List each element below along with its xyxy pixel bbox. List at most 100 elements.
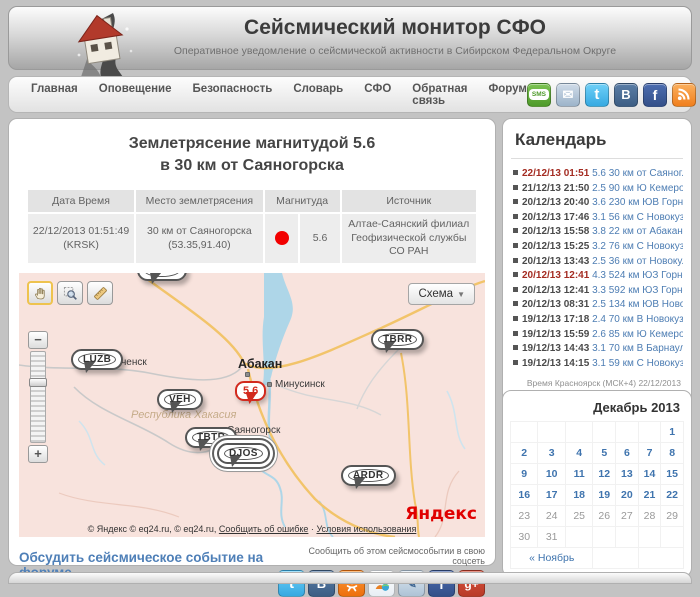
bullet-icon [513, 301, 518, 306]
event-link[interactable]: 5.6 30 км от Саяног... [592, 168, 683, 179]
station-marker-luzb[interactable]: LUZB [71, 349, 123, 370]
nav-item-notification[interactable]: Оповещение [99, 83, 172, 107]
calendar-day[interactable]: 14 [638, 464, 661, 485]
event-item[interactable]: 20/12/13 15:58 3.8 22 км от Абакан... [511, 225, 683, 240]
calendar-day-inactive: 31 [538, 527, 565, 548]
calendar-day[interactable]: 20 [616, 485, 639, 506]
calendar-day[interactable]: 6 [616, 443, 639, 464]
event-item[interactable]: 20/12/13 20:40 3.6 230 км ЮВ Горно... [511, 196, 683, 211]
station-marker-djos[interactable]: DJOS [217, 443, 270, 464]
bullet-icon [513, 316, 518, 321]
event-link[interactable]: 3.1 59 км С Новокуз... [592, 358, 683, 369]
calendar-day[interactable]: 16 [511, 485, 538, 506]
station-marker-veh[interactable]: VEH [157, 389, 203, 410]
calendar-day[interactable]: 17 [538, 485, 565, 506]
bullet-icon [513, 331, 518, 336]
epicenter-marker[interactable]: 5.6 [235, 381, 266, 401]
calendar-day[interactable]: 1 [661, 422, 684, 443]
calendar-events-panel: Календарь 22/12/13 01:51 5.6 30 км от Са… [502, 118, 692, 407]
event-item[interactable]: 20/12/13 13:43 2.5 36 км от Новоку... [511, 255, 683, 270]
event-item[interactable]: 19/12/13 14:43 3.1 70 км В Барнаул... [511, 342, 683, 357]
calendar-day-inactive: 26 [593, 506, 616, 527]
calendar-day[interactable]: 8 [661, 443, 684, 464]
previous-month-link[interactable]: « Ноябрь [511, 548, 593, 569]
event-item[interactable]: 19/12/13 14:15 3.1 59 км С Новокуз... [511, 357, 683, 372]
twitter-icon[interactable]: t [585, 83, 609, 107]
report-error-link[interactable]: Сообщить об ошибке [219, 524, 309, 534]
sms-icon[interactable]: SMS [527, 83, 551, 107]
event-link[interactable]: 4.3 524 км ЮЗ Горно... [592, 270, 683, 281]
pan-hand-tool-button[interactable] [27, 281, 53, 305]
event-link[interactable]: 3.8 22 км от Абакан... [592, 226, 683, 237]
event-link[interactable]: 2.5 134 км ЮВ Новок... [592, 299, 683, 310]
terms-of-use-link[interactable]: Условия использования [316, 524, 416, 534]
calendar-day[interactable]: 21 [638, 485, 661, 506]
calendar-day[interactable]: 15 [661, 464, 684, 485]
event-item[interactable]: 20/12/13 15:25 3.2 76 км С Новокуз... [511, 240, 683, 255]
facebook-icon[interactable]: f [643, 83, 667, 107]
col-header-datetime: Дата Время [28, 190, 134, 212]
event-link[interactable]: 3.1 70 км В Барнаул... [592, 343, 683, 354]
nav-item-home[interactable]: Главная [31, 83, 78, 107]
event-link[interactable]: 3.1 56 км С Новокуз... [592, 212, 683, 223]
ruler-tool-button[interactable] [87, 281, 113, 305]
zoom-out-button[interactable]: − [28, 331, 48, 349]
zoom-slider-handle[interactable] [29, 378, 47, 387]
nav-item-sfo[interactable]: СФО [364, 83, 391, 107]
rss-icon[interactable] [672, 83, 696, 107]
nav-social-icons: SMS ✉ t B f [527, 83, 696, 107]
calendar-day[interactable]: 3 [538, 443, 565, 464]
bullet-icon [513, 228, 518, 233]
event-date: 20/12/13 17:46 [522, 212, 589, 223]
month-calendar-grid: 1 2 3 4 5 6 7 8 9 10 11 12 13 14 15 16 1… [510, 421, 684, 569]
calendar-day[interactable]: 5 [593, 443, 616, 464]
event-link[interactable]: 2.4 70 км В Новокуз... [592, 314, 683, 325]
event-link[interactable]: 2.5 90 км Ю Кемеров... [592, 183, 683, 194]
calendar-title: Календарь [511, 128, 683, 159]
event-link[interactable]: 2.5 36 км от Новоку... [592, 256, 683, 267]
event-link[interactable]: 3.6 230 км ЮВ Горно... [592, 197, 683, 208]
event-link[interactable]: 2.6 85 км Ю Кемеров... [592, 329, 683, 340]
event-link[interactable]: 3.3 592 км ЮЗ Горно... [592, 285, 683, 296]
calendar-day[interactable]: 2 [511, 443, 538, 464]
calendar-cell-empty [616, 422, 639, 443]
calendar-day[interactable]: 4 [565, 443, 593, 464]
event-item[interactable]: 20/12/13 12:41 3.3 592 км ЮЗ Горно... [511, 284, 683, 299]
nav-links: Главная Оповещение Безопасность Словарь … [19, 83, 527, 107]
calendar-day[interactable]: 12 [593, 464, 616, 485]
event-item[interactable]: 20/12/13 08:31 2.5 134 км ЮВ Новок... [511, 298, 683, 313]
calendar-day[interactable]: 10 [538, 464, 565, 485]
station-marker-tbrr[interactable]: TBRR [371, 329, 424, 350]
map-type-dropdown[interactable]: Схема▼ [408, 283, 475, 305]
event-item[interactable]: 22/12/13 01:51 5.6 30 км от Саяног... [511, 167, 683, 182]
station-marker-shir[interactable]: SHIR [137, 273, 187, 281]
calendar-day[interactable]: 22 [661, 485, 684, 506]
vk-icon[interactable]: B [614, 83, 638, 107]
event-link[interactable]: 3.2 76 км С Новокуз... [592, 241, 683, 252]
event-item[interactable]: 21/12/13 21:50 2.5 90 км Ю Кемеров... [511, 182, 683, 197]
event-item[interactable]: 20/12/13 12:41 4.3 524 км ЮЗ Горно... [511, 269, 683, 284]
zoom-in-button[interactable]: + [28, 445, 48, 463]
nav-item-forum[interactable]: Форум [488, 83, 526, 107]
zoom-slider-track[interactable] [30, 351, 46, 443]
nav-item-feedback[interactable]: Обратная связь [412, 83, 467, 107]
site-header: Сейсмический монитор СФО Оперативное уве… [8, 6, 692, 70]
nav-item-safety[interactable]: Безопасность [193, 83, 273, 107]
email-icon[interactable]: ✉ [556, 83, 580, 107]
event-item[interactable]: 19/12/13 17:18 2.4 70 км В Новокуз... [511, 313, 683, 328]
event-item[interactable]: 20/12/13 17:46 3.1 56 км С Новокуз... [511, 211, 683, 226]
magnifier-icon [63, 286, 78, 301]
calendar-day[interactable]: 9 [511, 464, 538, 485]
nav-item-glossary[interactable]: Словарь [293, 83, 343, 107]
yandex-map[interactable]: Схема▼ − + SHIR LUZB TBRR VEH TBTR DJOS … [19, 273, 485, 537]
event-item[interactable]: 19/12/13 15:59 2.6 85 км Ю Кемеров... [511, 328, 683, 343]
calendar-day[interactable]: 7 [638, 443, 661, 464]
zoom-select-tool-button[interactable] [57, 281, 83, 305]
calendar-day[interactable]: 19 [593, 485, 616, 506]
calendar-day[interactable]: 11 [565, 464, 593, 485]
event-date: 19/12/13 14:15 [522, 358, 589, 369]
event-date: 20/12/13 13:43 [522, 256, 589, 267]
calendar-day[interactable]: 13 [616, 464, 639, 485]
calendar-day[interactable]: 18 [565, 485, 593, 506]
station-marker-ardr[interactable]: ARDR [341, 465, 396, 486]
